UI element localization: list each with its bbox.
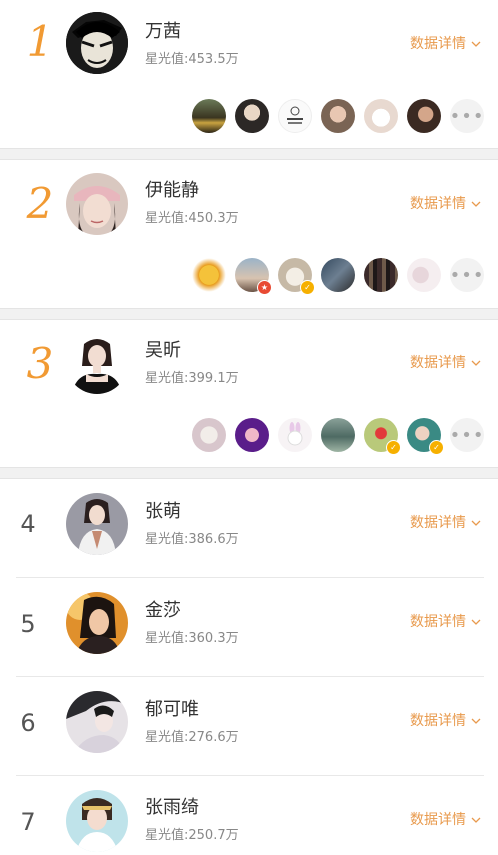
data-detail-label: 数据详情 — [410, 812, 466, 828]
fan-avatar[interactable] — [192, 258, 226, 292]
rank-row-3[interactable]: 3 吴昕 星光值:399.1万 数据详情 ✓ ✓ ••• — [0, 320, 498, 467]
data-detail-label: 数据详情 — [410, 515, 466, 531]
fan-avatar[interactable] — [364, 99, 398, 133]
data-detail-button[interactable]: 数据详情 — [410, 34, 482, 54]
fan-avatar[interactable] — [278, 99, 312, 133]
fan-avatar[interactable] — [364, 258, 398, 292]
chevron-down-icon — [471, 360, 481, 366]
star-score: 星光值:250.7万 — [145, 828, 239, 843]
star-score: 星光值:360.3万 — [145, 631, 239, 646]
star-score: 星光值:386.6万 — [145, 532, 239, 547]
avatar[interactable] — [66, 790, 128, 852]
star-score: 星光值:450.3万 — [145, 211, 239, 226]
fan-avatar[interactable] — [407, 99, 441, 133]
fan-list: ••• — [192, 99, 484, 133]
star-score: 星光值:399.1万 — [145, 371, 239, 386]
data-detail-button[interactable]: 数据详情 — [410, 810, 482, 830]
more-fans-button[interactable]: ••• — [450, 258, 484, 292]
fan-avatar[interactable] — [278, 418, 312, 452]
verified-badge-icon: ✓ — [300, 280, 315, 295]
data-detail-button[interactable]: 数据详情 — [410, 194, 482, 214]
rank-number: 3 — [26, 339, 54, 388]
rank-number: 6 — [20, 709, 36, 737]
fan-avatar[interactable]: ✓ — [407, 418, 444, 455]
avatar[interactable] — [66, 592, 128, 654]
data-detail-button[interactable]: 数据详情 — [410, 513, 482, 533]
section-separator — [0, 308, 498, 320]
verified-badge-icon: ✓ — [429, 440, 444, 455]
data-detail-label: 数据详情 — [410, 614, 466, 630]
star-name[interactable]: 金莎 — [145, 599, 181, 623]
star-score: 星光值:453.5万 — [145, 52, 239, 67]
rank-row-2[interactable]: 2 伊能静 星光值:450.3万 数据详情 ★ ✓ ••• — [0, 160, 498, 308]
data-detail-label: 数据详情 — [410, 196, 466, 212]
rank-row-7[interactable]: 7 张雨绮 星光值:250.7万 数据详情 — [0, 776, 498, 855]
rank-number: 4 — [20, 510, 36, 538]
data-detail-label: 数据详情 — [410, 355, 466, 371]
data-detail-label: 数据详情 — [410, 36, 466, 52]
fan-list: ★ ✓ ••• — [192, 258, 484, 295]
chevron-down-icon — [471, 201, 481, 207]
rank-number: 7 — [20, 808, 36, 836]
rank-row-1[interactable]: 1 万茜 星光值:453.5万 数据详情 ••• — [0, 0, 498, 148]
rank-number: 2 — [26, 179, 54, 228]
avatar[interactable] — [66, 493, 128, 555]
avatar[interactable] — [66, 173, 128, 235]
fan-avatar[interactable] — [321, 258, 355, 292]
chevron-down-icon — [471, 41, 481, 47]
rank-row-6[interactable]: 6 郁可唯 星光值:276.6万 数据详情 — [0, 677, 498, 775]
rank-number: 5 — [20, 610, 36, 638]
rank-row-4[interactable]: 4 张萌 星光值:386.6万 数据详情 — [0, 479, 498, 577]
section-separator — [0, 467, 498, 479]
chevron-down-icon — [471, 817, 481, 823]
fan-avatar[interactable]: ★ — [235, 258, 272, 295]
fan-avatar[interactable] — [192, 99, 226, 133]
fan-avatar[interactable] — [235, 99, 269, 133]
chevron-down-icon — [471, 619, 481, 625]
avatar[interactable] — [66, 12, 128, 74]
fan-avatar[interactable] — [321, 418, 355, 452]
star-name[interactable]: 吴昕 — [145, 339, 181, 363]
fan-avatar[interactable]: ✓ — [364, 418, 401, 455]
more-fans-button[interactable]: ••• — [450, 418, 484, 452]
avatar[interactable] — [66, 691, 128, 753]
star-name[interactable]: 郁可唯 — [145, 698, 199, 722]
fan-list: ✓ ✓ ••• — [192, 418, 484, 455]
rank-number: 1 — [26, 17, 54, 66]
star-name[interactable]: 张雨绮 — [145, 796, 199, 820]
rank-row-5[interactable]: 5 金莎 星光值:360.3万 数据详情 — [0, 578, 498, 676]
fan-avatar[interactable] — [321, 99, 355, 133]
section-separator — [0, 148, 498, 160]
data-detail-button[interactable]: 数据详情 — [410, 353, 482, 373]
star-name[interactable]: 伊能静 — [145, 179, 199, 203]
more-fans-button[interactable]: ••• — [450, 99, 484, 133]
data-detail-button[interactable]: 数据详情 — [410, 612, 482, 632]
fan-avatar[interactable] — [235, 418, 269, 452]
star-name[interactable]: 张萌 — [145, 500, 181, 524]
chevron-down-icon — [471, 520, 481, 526]
avatar[interactable] — [66, 332, 128, 394]
fan-avatar[interactable] — [192, 418, 226, 452]
data-detail-button[interactable]: 数据详情 — [410, 711, 482, 731]
chevron-down-icon — [471, 718, 481, 724]
verified-badge-icon: ✓ — [386, 440, 401, 455]
data-detail-label: 数据详情 — [410, 713, 466, 729]
verified-badge-icon: ★ — [257, 280, 272, 295]
fan-avatar[interactable]: ✓ — [278, 258, 315, 295]
star-score: 星光值:276.6万 — [145, 730, 239, 745]
fan-avatar[interactable] — [407, 258, 441, 292]
star-name[interactable]: 万茜 — [145, 20, 181, 44]
